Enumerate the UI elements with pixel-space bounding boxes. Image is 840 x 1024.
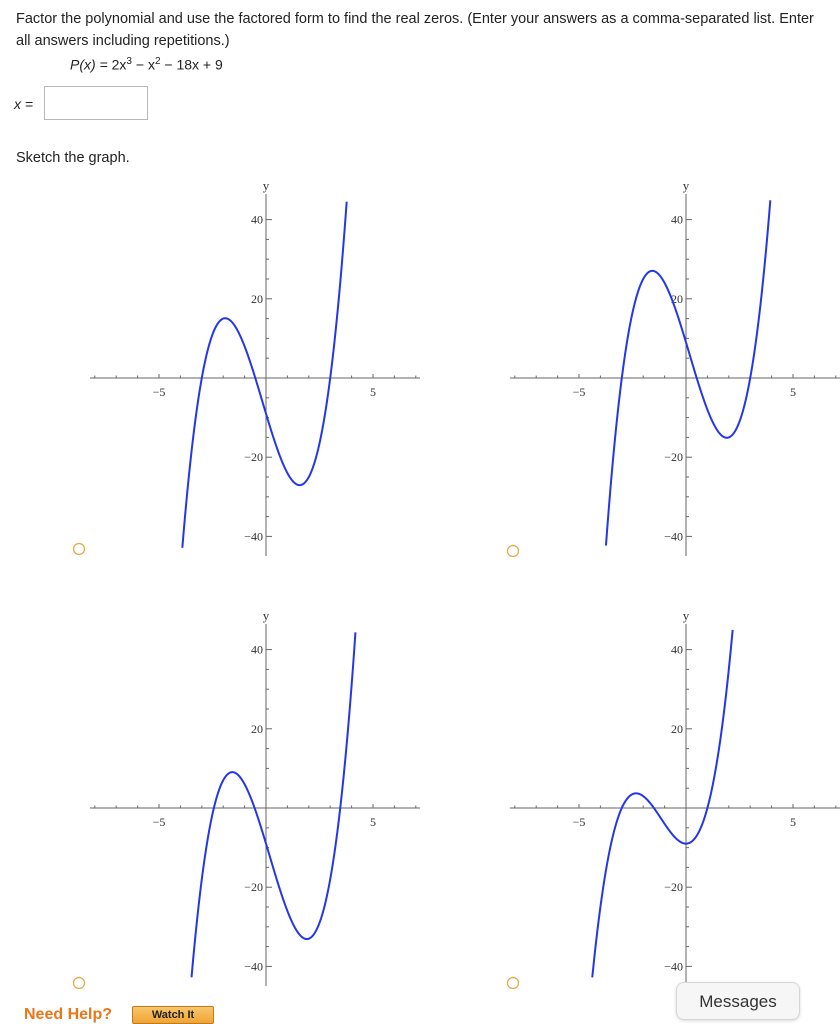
y-tick-label: −40: [664, 529, 683, 543]
graph-option-d: −5 5 40 20 −20 −40 y: [420, 598, 840, 998]
y-tick-label: −20: [244, 880, 263, 894]
polynomial-lhs: P(x) =: [70, 56, 112, 73]
radio-circle-icon: [506, 976, 520, 990]
y-tick-label: −40: [244, 529, 263, 543]
y-tick-label: 40: [251, 213, 263, 227]
polynomial-expression: P(x) = 2x3 − x2 − 18x + 9: [70, 56, 223, 73]
graph-option-c: −554020−20−40yx: [0, 598, 420, 998]
y-tick-label: 20: [251, 722, 263, 736]
poly-term-2: − x: [131, 56, 155, 73]
graph-option-b: −5 5 40 20 −20 −40 y: [420, 168, 840, 568]
poly-term-1: 2x: [111, 56, 127, 73]
radio-graph-a[interactable]: [72, 542, 86, 556]
graph-svg: −5 5 40 20 −20 −40 y: [510, 608, 840, 986]
x-tick-label: 5: [790, 385, 796, 399]
radio-circle-icon: [506, 544, 520, 558]
answer-label: x =: [14, 96, 34, 112]
y-axis-label: y: [263, 608, 270, 623]
x-tick-label: −5: [153, 385, 166, 399]
poly-term-3: − 18x + 9: [160, 56, 223, 73]
x-tick-label: −5: [573, 385, 586, 399]
x-tick-label: −5: [153, 815, 166, 829]
y-tick-label: −40: [664, 959, 683, 973]
y-tick-label: 40: [671, 213, 683, 227]
radio-circle-icon: [72, 976, 86, 990]
zeros-answer-input[interactable]: [44, 86, 148, 120]
curve-line: [181, 201, 348, 548]
radio-graph-d[interactable]: [506, 976, 520, 990]
radio-circle-icon: [72, 542, 86, 556]
y-axis-label: y: [683, 178, 690, 193]
messages-button[interactable]: Messages: [676, 982, 800, 1020]
sketch-label: Sketch the graph.: [16, 150, 130, 166]
x-tick-label: −5: [573, 815, 586, 829]
y-axis-label: y: [263, 178, 270, 193]
need-help-label: Need Help?: [24, 1006, 113, 1023]
y-tick-label: −20: [664, 880, 683, 894]
curve-line: [190, 632, 357, 978]
graph-svg: −554020−20−40yx: [90, 608, 420, 986]
watch-it-button[interactable]: Watch It: [132, 1006, 214, 1024]
y-tick-label: 20: [251, 292, 263, 306]
x-tick-label: 5: [790, 815, 796, 829]
y-tick-label: 40: [671, 643, 683, 657]
radio-graph-b[interactable]: [506, 544, 520, 558]
graph-svg: −5 54020−20−40y: [510, 178, 840, 556]
radio-graph-c[interactable]: [72, 976, 86, 990]
x-tick-label: 5: [370, 385, 376, 399]
question-prompt: Factor the polynomial and use the factor…: [16, 11, 814, 49]
y-tick-label: −20: [244, 450, 263, 464]
y-tick-label: 20: [671, 722, 683, 736]
graph-svg: −554020−20−40yx: [90, 178, 420, 556]
y-axis-label: y: [683, 608, 690, 623]
y-tick-label: −40: [244, 959, 263, 973]
y-tick-label: 40: [251, 643, 263, 657]
y-tick-label: −20: [664, 450, 683, 464]
curve-line: [591, 629, 734, 978]
curve-line: [604, 200, 772, 546]
graph-option-a: −554020−20−40yx: [0, 168, 420, 568]
x-tick-label: 5: [370, 815, 376, 829]
